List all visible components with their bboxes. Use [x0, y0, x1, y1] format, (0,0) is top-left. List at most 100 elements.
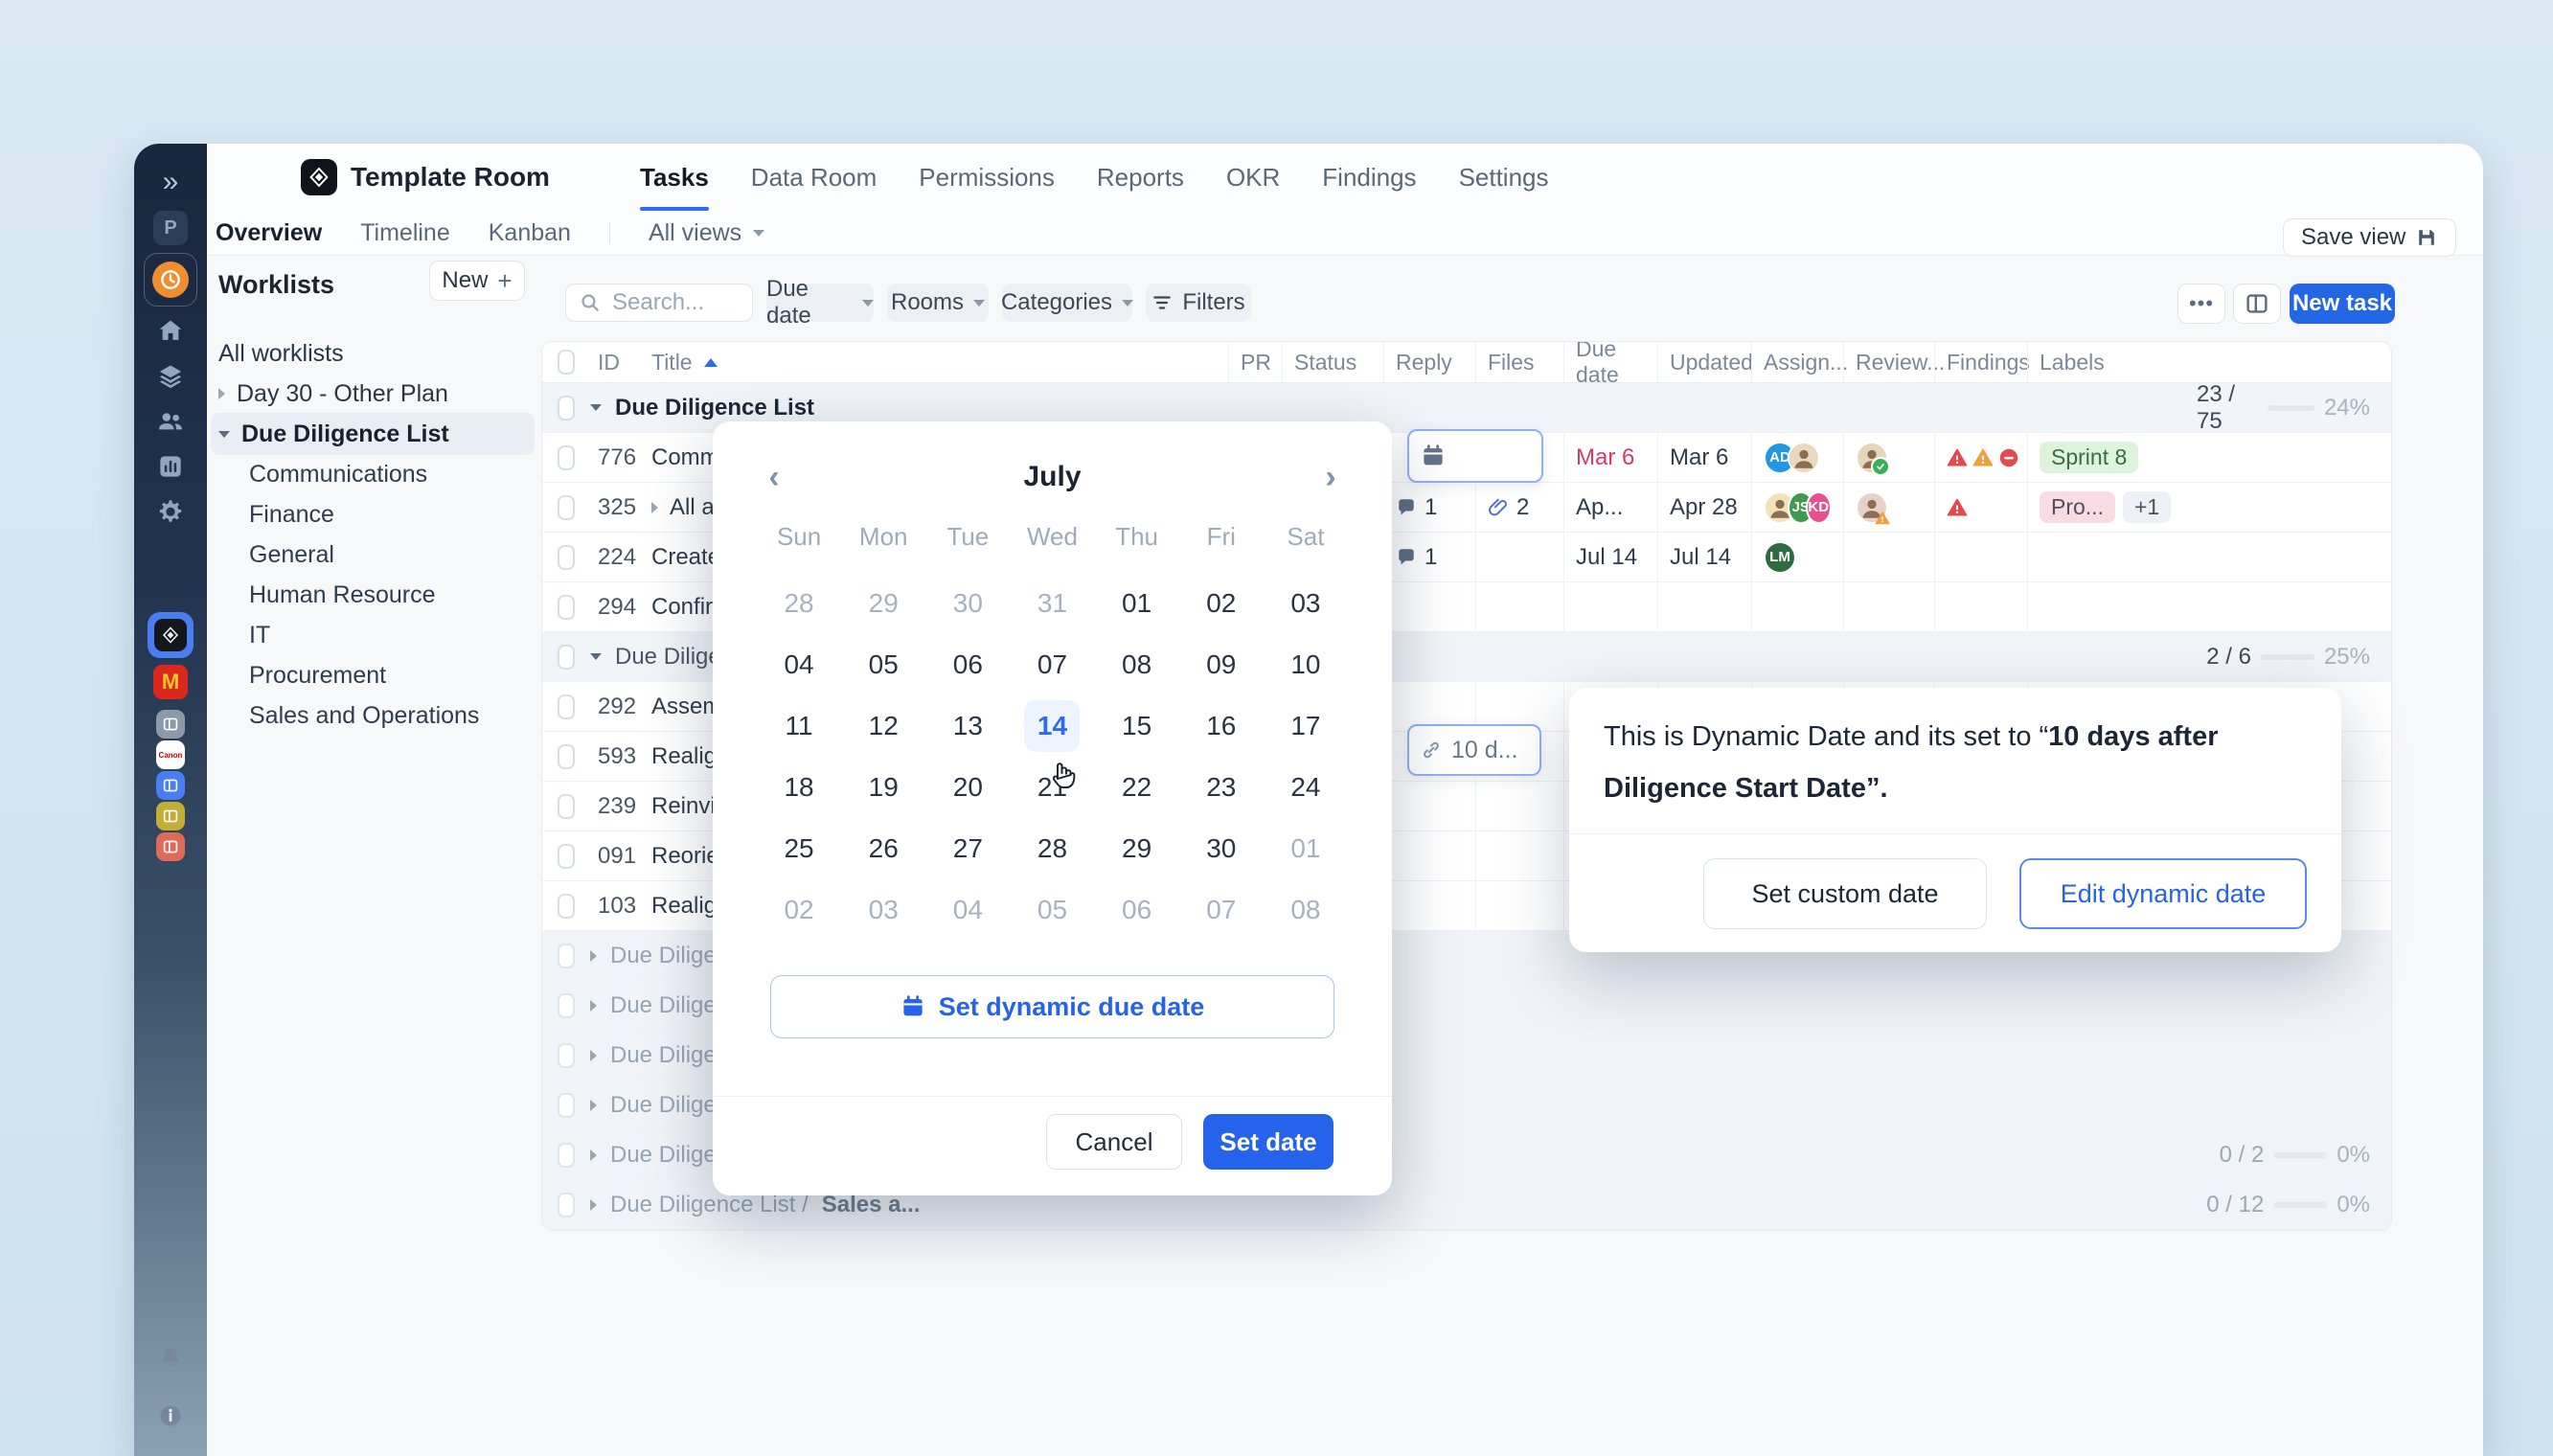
row-checkbox[interactable] — [558, 894, 575, 919]
chevron-right-icon[interactable] — [590, 1100, 597, 1111]
dynamic-date-input[interactable]: 10 d... — [1407, 724, 1541, 776]
cancel-button[interactable]: Cancel — [1046, 1114, 1182, 1170]
sidebar-item-sales-operations[interactable]: Sales and Operations — [249, 695, 479, 736]
paperclip-icon[interactable] — [1488, 497, 1509, 518]
chevron-right-icon[interactable] — [590, 1199, 597, 1211]
row-checkbox[interactable] — [558, 545, 575, 570]
col-id[interactable]: ID — [586, 342, 640, 382]
calendar-day[interactable]: 30 — [925, 573, 1010, 634]
tab-findings[interactable]: Findings — [1322, 144, 1416, 211]
assignee-avatar[interactable]: KD — [1806, 491, 1833, 524]
row-checkbox[interactable] — [558, 844, 575, 869]
calendar-day[interactable]: 29 — [1095, 818, 1179, 879]
calendar-day[interactable]: 31 — [1010, 573, 1094, 634]
sidebar-item-general[interactable]: General — [249, 535, 334, 575]
row-checkbox[interactable] — [558, 944, 575, 968]
chevron-right-icon[interactable] — [590, 1000, 597, 1012]
col-files[interactable]: Files — [1475, 342, 1563, 382]
new-task-button[interactable]: New task — [2290, 284, 2395, 324]
tab-permissions[interactable]: Permissions — [919, 144, 1055, 211]
tab-timeline[interactable]: Timeline — [360, 219, 450, 247]
sidebar-item-it[interactable]: IT — [249, 615, 270, 655]
notifications-bell-icon[interactable] — [158, 1346, 183, 1371]
next-month-button[interactable]: › — [1302, 456, 1359, 498]
room-icon-gray[interactable] — [156, 710, 185, 739]
tab-overview[interactable]: Overview — [216, 219, 322, 247]
calendar-day[interactable]: 12 — [841, 695, 925, 757]
filter-categories[interactable]: Categories — [1002, 284, 1132, 322]
row-checkbox[interactable] — [558, 445, 575, 470]
calendar-day[interactable]: 24 — [1264, 757, 1348, 818]
workspace-badge[interactable]: P — [153, 211, 188, 245]
calendar-day[interactable]: 18 — [757, 757, 841, 818]
chevron-down-icon[interactable] — [590, 404, 602, 411]
calendar-day[interactable]: 04 — [757, 634, 841, 695]
assignee-avatar[interactable] — [1788, 442, 1820, 474]
save-view-button[interactable]: Save view — [2283, 218, 2456, 257]
calendar-day[interactable]: 10 — [1264, 634, 1348, 695]
calendar-day[interactable]: 16 — [1179, 695, 1264, 757]
set-dynamic-due-date-button[interactable]: Set dynamic due date — [770, 975, 1334, 1038]
calendar-day[interactable]: 02 — [1179, 573, 1264, 634]
calendar-day[interactable]: 11 — [757, 695, 841, 757]
room-icon-canon[interactable]: Canon — [156, 740, 185, 769]
col-pr[interactable]: PR — [1228, 342, 1282, 382]
filter-due-date[interactable]: Due date — [766, 284, 874, 322]
calendar-day[interactable]: 23 — [1179, 757, 1264, 818]
views-dropdown[interactable]: All views — [649, 219, 764, 247]
calendar-day[interactable]: 05 — [1010, 879, 1094, 941]
set-custom-date-button[interactable]: Set custom date — [1703, 858, 1987, 929]
calendar-day[interactable]: 06 — [1095, 879, 1179, 941]
chevron-right-icon[interactable] — [590, 1149, 597, 1161]
search-input[interactable] — [565, 284, 753, 322]
col-title[interactable]: Title — [640, 342, 1228, 382]
info-icon[interactable] — [158, 1403, 183, 1428]
chevron-right-icon[interactable] — [651, 502, 658, 513]
home-icon[interactable] — [158, 318, 184, 344]
calendar-day[interactable]: 08 — [1095, 634, 1179, 695]
calendar-day[interactable]: 03 — [1264, 573, 1348, 634]
set-date-button[interactable]: Set date — [1203, 1114, 1333, 1170]
calendar-day[interactable]: 27 — [925, 818, 1010, 879]
comment-icon[interactable] — [1396, 547, 1417, 568]
sidebar-item-communications[interactable]: Communications — [249, 454, 427, 494]
calendar-day[interactable]: 05 — [841, 634, 925, 695]
calendar-day[interactable]: 01 — [1264, 818, 1348, 879]
comment-icon[interactable] — [1396, 497, 1417, 518]
sidebar-item-procurement[interactable]: Procurement — [249, 655, 386, 695]
more-options-button[interactable]: ••• — [2177, 284, 2225, 324]
row-checkbox[interactable] — [558, 794, 575, 819]
calendar-day[interactable]: 03 — [841, 879, 925, 941]
select-all-checkbox[interactable] — [558, 350, 575, 375]
reviewer-avatar[interactable] — [1856, 442, 1888, 474]
col-findings[interactable]: Findings — [1934, 342, 2027, 382]
tab-settings[interactable]: Settings — [1459, 144, 1549, 211]
row-checkbox[interactable] — [558, 495, 575, 520]
calendar-day[interactable]: 19 — [841, 757, 925, 818]
sidebar-item-all-worklists[interactable]: All worklists — [218, 333, 344, 374]
sidebar-item-human-resource[interactable]: Human Resource — [249, 575, 436, 615]
row-checkbox[interactable] — [558, 1193, 575, 1217]
expand-sidebar-icon[interactable]: » — [163, 166, 179, 198]
chevron-right-icon[interactable] — [590, 1050, 597, 1061]
calendar-day[interactable]: 02 — [757, 879, 841, 941]
active-room-icon[interactable] — [148, 612, 194, 658]
col-assignees[interactable]: Assign... — [1751, 342, 1843, 382]
calendar-day[interactable]: 08 — [1264, 879, 1348, 941]
row-checkbox[interactable] — [558, 744, 575, 769]
calendar-day[interactable]: 01 — [1095, 573, 1179, 634]
room-icon-red[interactable] — [156, 832, 185, 861]
calendar-day[interactable]: 25 — [757, 818, 841, 879]
due-date-value[interactable]: Mar 6 — [1576, 444, 1634, 471]
col-reviewers[interactable]: Review... — [1843, 342, 1934, 382]
calendar-day[interactable]: 04 — [925, 879, 1010, 941]
blocker-icon[interactable] — [1998, 447, 2019, 468]
tab-kanban[interactable]: Kanban — [489, 219, 571, 247]
calendar-day[interactable]: 07 — [1179, 879, 1264, 941]
col-status[interactable]: Status — [1282, 342, 1383, 382]
recent-activity-icon[interactable] — [144, 253, 197, 307]
tab-okr[interactable]: OKR — [1226, 144, 1280, 211]
row-checkbox[interactable] — [558, 1143, 575, 1168]
sidebar-item-day30[interactable]: Day 30 - Other Plan — [218, 374, 448, 414]
row-checkbox[interactable] — [558, 396, 575, 421]
